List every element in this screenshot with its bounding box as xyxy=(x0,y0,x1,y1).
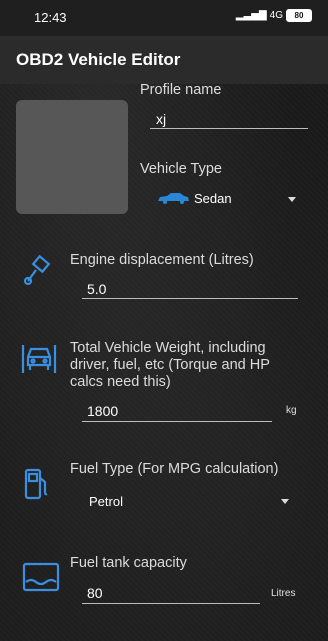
car-lift-icon xyxy=(21,345,57,373)
battery-icon: 80 xyxy=(286,9,312,22)
piston-icon xyxy=(23,255,51,286)
app-bar: OBD2 Vehicle Editor xyxy=(0,36,328,84)
signal-icon: ▂▃▅▇ xyxy=(235,10,267,21)
weight-input[interactable]: 1800 xyxy=(87,403,118,419)
profile-name-input[interactable]: xj xyxy=(156,111,166,127)
fuel-pump-icon xyxy=(24,468,48,500)
page-title: OBD2 Vehicle Editor xyxy=(16,50,181,69)
status-indicators: ▂▃▅▇ 4G 80 xyxy=(236,9,312,22)
engine-displacement-label: Engine displacement (Litres) xyxy=(70,252,254,268)
vehicle-type-select[interactable]: Sedan xyxy=(156,188,306,210)
dropdown-caret-icon xyxy=(281,499,289,504)
status-bar: 12:43 ▂▃▅▇ 4G 80 xyxy=(0,0,328,36)
fuel-tank-icon xyxy=(22,562,60,592)
status-time: 12:43 xyxy=(34,10,67,25)
vehicle-photo[interactable] xyxy=(16,100,128,214)
weight-underline xyxy=(82,421,272,422)
profile-name-label: Profile name xyxy=(140,82,222,98)
weight-unit: kg xyxy=(286,405,297,416)
fuel-type-value: Petrol xyxy=(89,494,123,509)
fuel-type-label: Fuel Type (For MPG calculation) xyxy=(70,461,279,477)
fuel-type-select[interactable]: Petrol xyxy=(86,489,298,513)
network-type: 4G xyxy=(269,10,283,21)
vehicle-type-label: Vehicle Type xyxy=(140,161,222,177)
tank-capacity-unit: Litres xyxy=(271,588,296,599)
vehicle-type-value: Sedan xyxy=(194,191,232,206)
weight-label-line1: Total Vehicle Weight, including xyxy=(70,340,266,356)
dropdown-caret-icon xyxy=(288,197,296,202)
weight-label-line2: driver, fuel, etc (Torque and HP xyxy=(70,357,270,373)
tank-capacity-input[interactable]: 80 xyxy=(87,585,103,601)
engine-displacement-underline xyxy=(82,298,298,299)
profile-name-underline xyxy=(150,128,308,129)
weight-label-line3: calcs need this) xyxy=(70,374,171,390)
engine-displacement-input[interactable]: 5.0 xyxy=(87,281,106,297)
sedan-car-icon xyxy=(158,193,189,204)
tank-capacity-underline xyxy=(82,603,260,604)
tank-capacity-label: Fuel tank capacity xyxy=(70,555,187,571)
